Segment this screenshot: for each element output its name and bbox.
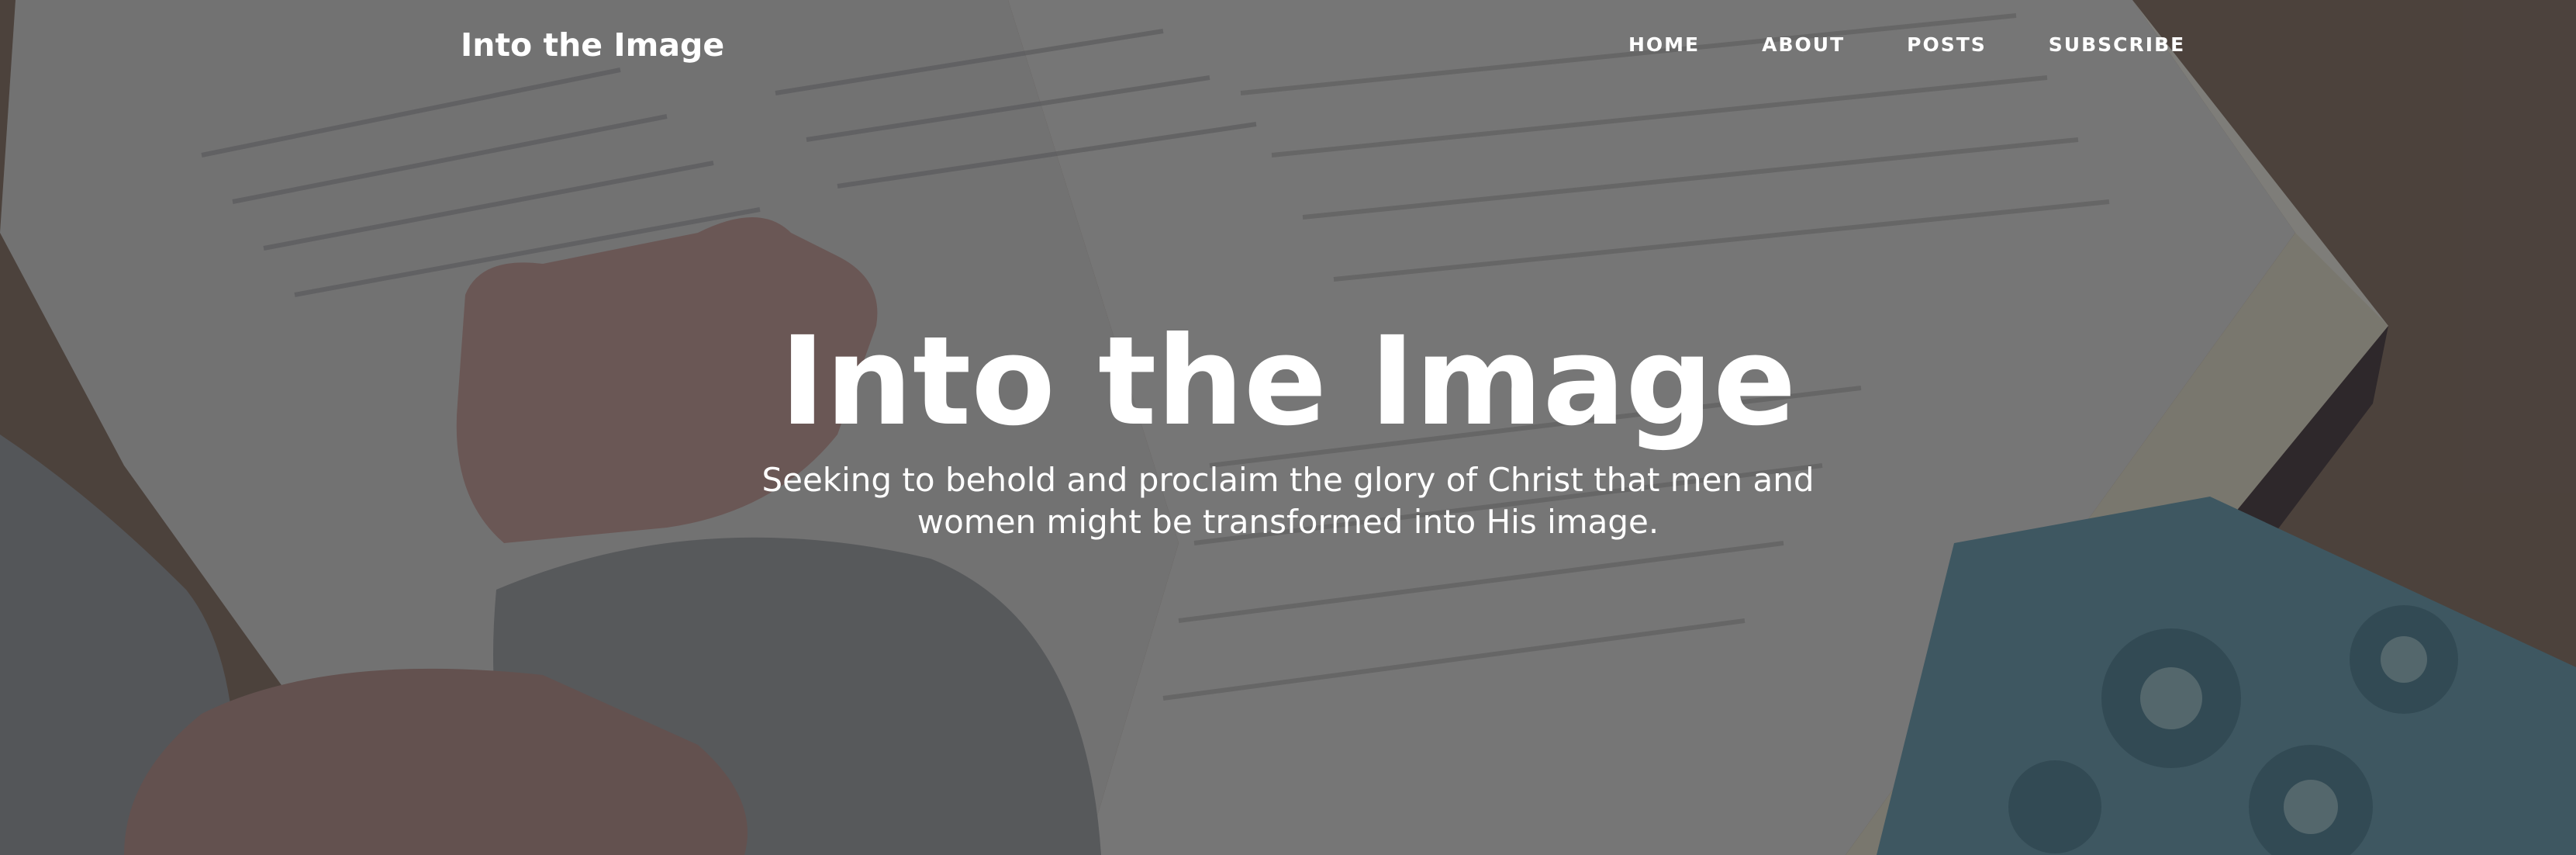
nav-item-home: HOME	[1597, 28, 1731, 62]
nav-link-home[interactable]: HOME	[1597, 28, 1731, 62]
site-subheading: Seeking to behold and proclaim the glory…	[761, 461, 1815, 541]
site-title: Into the Image	[779, 310, 1797, 453]
nav-item-posts: POSTS	[1876, 28, 2018, 62]
brand-link[interactable]: Into the Image	[461, 23, 724, 67]
nav-item-subscribe: SUBSCRIBE	[2018, 28, 2216, 62]
nav-links: HOME ABOUT POSTS SUBSCRIBE	[1597, 28, 2216, 62]
hero-header: Into the Image HOME ABOUT POSTS SUBSCRIB…	[0, 0, 2576, 855]
nav-link-about[interactable]: ABOUT	[1731, 28, 1876, 62]
nav-item-about: ABOUT	[1731, 28, 1876, 62]
nav-link-subscribe[interactable]: SUBSCRIBE	[2018, 28, 2216, 62]
nav-link-posts[interactable]: POSTS	[1876, 28, 2018, 62]
site-heading: Into the Image Seeking to behold and pro…	[0, 304, 2576, 543]
navbar: Into the Image HOME ABOUT POSTS SUBSCRIB…	[0, 0, 2576, 92]
